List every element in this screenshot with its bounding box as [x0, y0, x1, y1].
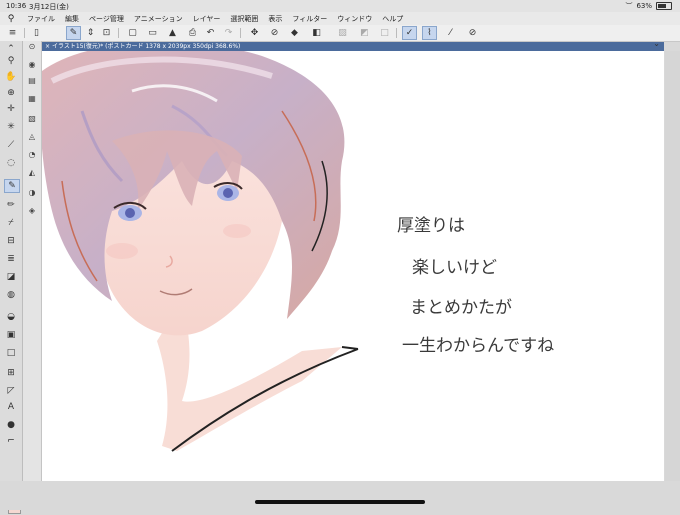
transform-icon[interactable]: ✥: [248, 27, 261, 39]
wifi-icon: ︶: [625, 2, 633, 10]
status-bar: 10:36 3月12日(金) ︶ 63%: [0, 0, 680, 12]
menu-help[interactable]: ヘルプ: [377, 14, 408, 24]
command-toolbar: ≡ ▯ ✎ ⇕ ⊡ ▢ ▭ ▲ ⎙ ↶ ↷ ✥ ⊘ ◆ ◧ ▨ ◩ □ ✓ ⌇ …: [0, 25, 680, 42]
right-gutter: [665, 51, 680, 481]
subtool-material-icon[interactable]: ◈: [26, 205, 38, 216]
edit-toggle-icon[interactable]: ▯: [30, 27, 43, 39]
handwriting-layer: 厚塗りは 楽しいけど まとめかたが 一生わからんですね: [397, 215, 554, 356]
pen-mode-icon[interactable]: ✎: [66, 26, 81, 40]
menu-window[interactable]: ウィンドウ: [332, 14, 377, 24]
toolbar-separator: [24, 28, 25, 38]
undo-icon[interactable]: ↶: [204, 27, 217, 39]
eraser-icon[interactable]: ◪: [4, 271, 18, 283]
camera-icon[interactable]: ⊡: [100, 27, 113, 39]
subtool-detail-icon[interactable]: ▧: [26, 113, 38, 124]
handwriting-line-1: 厚塗りは: [397, 215, 465, 236]
blend-icon[interactable]: ◍: [4, 289, 18, 301]
frame-icon[interactable]: ⊞: [4, 367, 18, 379]
operation-icon[interactable]: ⊕: [4, 87, 18, 99]
correction-icon[interactable]: ●: [4, 419, 18, 431]
airbrush-icon[interactable]: ⊟: [4, 235, 18, 247]
stabilizer-pen-icon[interactable]: ✓: [402, 26, 417, 40]
drawing-canvas[interactable]: 厚塗りは 楽しいけど まとめかたが 一生わからんですね: [42, 51, 664, 481]
subtool-navigator-icon[interactable]: ▤: [26, 75, 38, 86]
eyedropper-icon[interactable]: ⟋: [4, 139, 18, 151]
toolbar-separator: [396, 28, 397, 38]
subtool-color-wheel-icon[interactable]: ◔: [26, 149, 38, 160]
menu-selection[interactable]: 選択範囲: [225, 14, 263, 24]
handwriting-line-4: 一生わからんですね: [402, 336, 554, 356]
lasso-icon[interactable]: ◌: [4, 157, 18, 169]
home-indicator[interactable]: [255, 500, 425, 504]
subtool-color-set-icon[interactable]: ◭: [26, 167, 38, 178]
sub-tool-strip: ⊙ ◉ ▤ ▦ ▧ ◬ ◔ ◭ ◑ ◈: [23, 41, 42, 481]
subtool-menu-icon[interactable]: ⊙: [26, 41, 38, 52]
status-right: ︶ 63%: [625, 1, 672, 11]
subtool-brush-size-icon[interactable]: ◬: [26, 131, 38, 142]
document-title: イラスト15(復元)* (ポストカード 1378 x 2039px 350dpi…: [52, 43, 241, 50]
menu-edit[interactable]: 編集: [60, 14, 84, 24]
move-layer-icon[interactable]: ✛: [4, 103, 18, 115]
subtool-layer-icon[interactable]: ◉: [26, 59, 38, 70]
menu-filter[interactable]: フィルター: [287, 14, 332, 24]
fill-bucket-icon[interactable]: ◒: [4, 311, 18, 323]
bottom-area: [0, 481, 680, 510]
battery-icon: [656, 2, 672, 10]
handwriting-line-2: 楽しいけど: [412, 258, 497, 278]
deselect-icon[interactable]: ▨: [336, 27, 349, 39]
balloon-icon[interactable]: ◸: [4, 385, 18, 397]
subtool-property-icon[interactable]: ▦: [26, 93, 38, 104]
status-date: 3月12日(金): [29, 3, 69, 11]
new-file-icon[interactable]: ▢: [126, 27, 139, 39]
ruler-icon[interactable]: ⁄: [444, 27, 457, 39]
tool-palette: ⌃ ⚲ ✋ ⊕ ✛ ✳ ⟋ ◌ ✎ ✏ ⌿ ⊟ ≣ ◪ ◍ ◒ ▣ □ ⊞ ◸ …: [0, 41, 23, 514]
selection-border-icon[interactable]: □: [378, 27, 391, 39]
pen-tool-icon[interactable]: ✎: [4, 179, 20, 193]
redo-icon[interactable]: ↷: [222, 27, 235, 39]
document-tab[interactable]: × イラスト15(復元)* (ポストカード 1378 x 2039px 350d…: [42, 42, 664, 51]
figure-icon[interactable]: □: [4, 347, 18, 359]
fill-icon[interactable]: ◆: [288, 27, 301, 39]
app-logo-icon[interactable]: ⚲: [0, 14, 22, 24]
clear-icon[interactable]: ⊘: [268, 27, 281, 39]
menu-view[interactable]: 表示: [263, 14, 287, 24]
text-tool-icon[interactable]: A: [4, 401, 18, 413]
save-icon[interactable]: ▲: [166, 27, 179, 39]
pencil-tool-icon[interactable]: ✏: [4, 199, 18, 211]
close-tab-icon[interactable]: ×: [45, 42, 50, 51]
chevron-down-icon[interactable]: ⌄: [653, 39, 660, 48]
subtool-history-icon[interactable]: ◑: [26, 187, 38, 198]
toolbar-separator: [240, 28, 241, 38]
stabilizer-curve-icon[interactable]: ⌇: [422, 26, 437, 40]
selection-wand-icon[interactable]: ✳: [4, 121, 18, 133]
line-correction-icon[interactable]: ⌐: [4, 435, 18, 447]
menu-layer[interactable]: レイヤー: [188, 14, 226, 24]
open-folder-icon[interactable]: ▭: [146, 27, 159, 39]
brush-tool-icon[interactable]: ⌿: [4, 217, 18, 229]
menu-file[interactable]: ファイル: [22, 14, 60, 24]
menu-animation[interactable]: アニメーション: [129, 14, 188, 24]
zoom-icon[interactable]: ⚲: [4, 55, 18, 67]
battery-percent: 63%: [636, 2, 652, 10]
collapse-chevron-icon[interactable]: ⌃: [4, 43, 18, 55]
snap-icon[interactable]: ⊘: [466, 27, 479, 39]
menu-page[interactable]: ページ管理: [84, 14, 129, 24]
menu-bar: ⚲ ファイル 編集 ページ管理 アニメーション レイヤー 選択範囲 表示 フィル…: [0, 12, 680, 25]
color-layer-icon[interactable]: ◧: [310, 27, 323, 39]
status-time: 10:36: [6, 2, 27, 10]
handwriting-line-3: まとめかたが: [410, 298, 512, 318]
export-icon[interactable]: ⎙: [186, 27, 199, 39]
hand-icon[interactable]: ✋: [4, 71, 18, 83]
hamburger-menu-icon[interactable]: ≡: [6, 27, 19, 39]
scroll-arrows-icon[interactable]: ⇕: [84, 27, 97, 39]
invert-selection-icon[interactable]: ◩: [358, 27, 371, 39]
toolbar-separator: [118, 28, 119, 38]
gradient-icon[interactable]: ▣: [4, 329, 18, 341]
decoration-icon[interactable]: ≣: [4, 253, 18, 265]
